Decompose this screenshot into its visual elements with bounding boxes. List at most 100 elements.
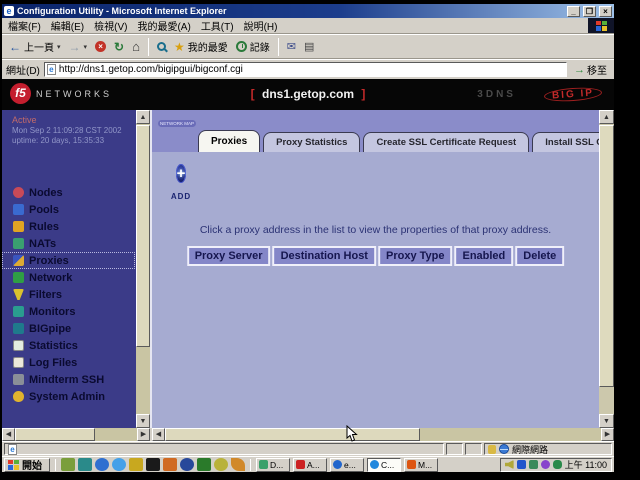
- sidebar-item-monitors[interactable]: Monitors: [2, 303, 135, 320]
- column-proxy-server: Proxy Server: [187, 246, 271, 266]
- menu-favorites[interactable]: 我的最愛(A): [137, 18, 190, 33]
- refresh-button[interactable]: ↻: [111, 40, 127, 54]
- address-field[interactable]: e: [44, 62, 567, 77]
- scroll-down-icon[interactable]: ▼: [599, 414, 614, 428]
- quick-launch-icon-1[interactable]: [61, 458, 75, 471]
- app-icon: [407, 460, 416, 469]
- tray-app-icon[interactable]: [541, 460, 550, 469]
- sidebar-item-rules[interactable]: Rules: [2, 218, 135, 235]
- scroll-left-icon[interactable]: ◀: [152, 428, 165, 441]
- sidebar-item-nodes[interactable]: Nodes: [2, 184, 135, 201]
- home-button[interactable]: ⌂: [129, 40, 143, 54]
- sidebar-item-filters[interactable]: Filters: [2, 286, 135, 303]
- quick-launch-icon-10[interactable]: [214, 458, 228, 471]
- task-button-4-active[interactable]: C...: [367, 458, 401, 472]
- task-button-1[interactable]: D...: [256, 458, 290, 472]
- scrollbar-thumb[interactable]: [165, 428, 420, 441]
- sidebar-item-system-admin[interactable]: System Admin: [2, 388, 135, 405]
- windows-flag-icon: [596, 21, 607, 31]
- favorites-button[interactable]: ★ 我的最愛: [171, 38, 231, 55]
- sidebar-item-proxies[interactable]: Proxies: [2, 252, 135, 269]
- product-bigip[interactable]: BIG IP: [544, 86, 603, 103]
- mail-button[interactable]: ✉: [284, 40, 299, 54]
- forward-dropdown-icon[interactable]: ▾: [84, 43, 88, 51]
- scroll-right-icon[interactable]: ▶: [601, 428, 614, 441]
- menu-help[interactable]: 說明(H): [244, 18, 278, 33]
- add-icon[interactable]: +: [176, 164, 187, 183]
- main-horizontal-scrollbar[interactable]: ◀ ▶: [152, 428, 614, 441]
- go-button[interactable]: → 移至: [571, 62, 610, 78]
- back-label: 上一頁: [24, 39, 54, 54]
- document-icon: e: [8, 444, 17, 455]
- add-proxy-button[interactable]: + ADD: [166, 162, 196, 204]
- sidebar-item-statistics[interactable]: Statistics: [2, 337, 135, 354]
- url-input[interactable]: [59, 64, 564, 75]
- scrollbar-thumb[interactable]: [15, 428, 95, 441]
- hostname: dns1.getop.com: [258, 87, 358, 101]
- scroll-left-icon[interactable]: ◀: [2, 428, 15, 441]
- window-titlebar[interactable]: e Configuration Utility - Microsoft Inte…: [2, 4, 614, 18]
- go-icon: →: [574, 64, 585, 76]
- column-enabled: Enabled: [454, 246, 513, 266]
- tab-proxy-statistics[interactable]: Proxy Statistics: [263, 132, 360, 152]
- sidebar-item-bigpipe[interactable]: BIGpipe: [2, 320, 135, 337]
- scroll-up-icon[interactable]: ▲: [136, 110, 150, 124]
- menu-file[interactable]: 檔案(F): [8, 18, 41, 33]
- minimize-button[interactable]: _: [567, 6, 580, 17]
- sidebar-item-mindterm-ssh[interactable]: Mindterm SSH: [2, 371, 135, 388]
- sidebar-item-pools[interactable]: Pools: [2, 201, 135, 218]
- tab-install-ssl-certificate[interactable]: Install SSL Certifi: [532, 132, 599, 152]
- scrollbar-thumb[interactable]: [136, 125, 150, 347]
- scroll-down-icon[interactable]: ▼: [136, 414, 150, 428]
- print-icon: ▤: [304, 41, 314, 53]
- maximize-button[interactable]: ❐: [583, 6, 596, 17]
- sidebar-item-network[interactable]: Network: [2, 269, 135, 286]
- back-button[interactable]: ← 上一頁 ▾: [6, 38, 64, 55]
- quick-launch-icon-6[interactable]: [146, 458, 160, 471]
- app-icon: [259, 460, 268, 469]
- scrollbar-thumb[interactable]: [599, 125, 614, 387]
- quick-launch-icon-4[interactable]: [112, 458, 126, 471]
- tab-create-ssl-certificate-request[interactable]: Create SSL Certificate Request: [363, 132, 529, 152]
- back-dropdown-icon[interactable]: ▾: [57, 43, 61, 51]
- close-button[interactable]: ×: [599, 6, 612, 17]
- network-map-label: NETWORK MAP: [158, 120, 196, 127]
- toolbar-separator: [278, 38, 279, 56]
- quick-launch-icon-9[interactable]: [197, 458, 211, 471]
- scroll-up-icon[interactable]: ▲: [599, 110, 614, 124]
- task-button-2[interactable]: A...: [293, 458, 327, 472]
- menu-edit[interactable]: 編輯(E): [51, 18, 84, 33]
- tray-app-icon-2[interactable]: [553, 460, 562, 469]
- quick-launch-icon-7[interactable]: [163, 458, 177, 471]
- display-icon[interactable]: [529, 460, 538, 469]
- product-3dns[interactable]: 3DNS: [477, 89, 516, 100]
- quick-launch-icon-3[interactable]: [95, 458, 109, 471]
- menu-tools[interactable]: 工具(T): [201, 18, 234, 33]
- history-label: 記錄: [250, 39, 270, 54]
- sidebar-item-logfiles[interactable]: Log Files: [2, 354, 135, 371]
- start-button[interactable]: 開始: [4, 458, 50, 472]
- main-vertical-scrollbar[interactable]: ▲ ▼: [599, 110, 614, 428]
- input-method-icon[interactable]: [517, 460, 526, 469]
- search-button[interactable]: [154, 41, 169, 52]
- history-button[interactable]: 記錄: [233, 38, 273, 55]
- tab-proxies[interactable]: Proxies: [198, 130, 260, 152]
- task-button-5[interactable]: M...: [404, 458, 438, 472]
- task-button-3[interactable]: e...: [330, 458, 364, 472]
- quick-launch-icon-5[interactable]: [129, 458, 143, 471]
- print-button[interactable]: ▤: [301, 40, 317, 54]
- sidebar-horizontal-scrollbar[interactable]: ◀ ▶: [2, 428, 150, 441]
- quick-launch-icon-8[interactable]: [180, 458, 194, 471]
- quick-launch-icon-11[interactable]: [231, 458, 245, 471]
- menubar: 檔案(F) 編輯(E) 檢視(V) 我的最愛(A) 工具(T) 說明(H): [2, 18, 614, 34]
- zone-label: 網際網路: [512, 443, 548, 456]
- menu-view[interactable]: 檢視(V): [94, 18, 127, 33]
- volume-icon[interactable]: [505, 460, 514, 469]
- scroll-right-icon[interactable]: ▶: [137, 428, 150, 441]
- sidebar-item-nats[interactable]: NATs: [2, 235, 135, 252]
- forward-button[interactable]: → ▾: [66, 40, 91, 54]
- quick-launch-icon-2[interactable]: [78, 458, 92, 471]
- sidebar-vertical-scrollbar[interactable]: ▲ ▼: [136, 110, 150, 428]
- network-map-button[interactable]: NETWORK MAP: [158, 112, 196, 130]
- stop-button[interactable]: ×: [92, 40, 109, 53]
